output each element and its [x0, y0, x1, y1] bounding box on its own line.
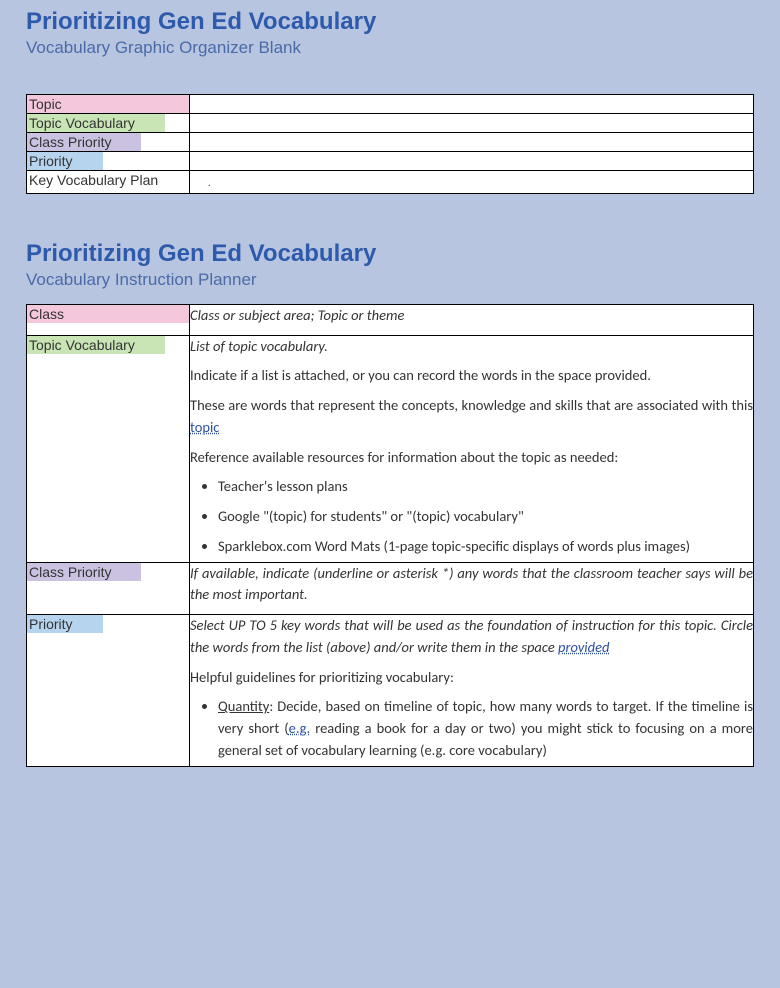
- table-row: Topic Vocabulary List of topic vocabular…: [27, 335, 754, 562]
- link-eg: e.g.: [289, 719, 311, 737]
- tv-bullets: Teacher's lesson plans Google "(topic) f…: [190, 476, 753, 557]
- section1-subtitle: Vocabulary Graphic Organizer Blank: [26, 38, 754, 58]
- list-item: Teacher's lesson plans: [218, 476, 753, 498]
- section2-title: Prioritizing Gen Ed Vocabulary: [26, 240, 754, 268]
- label-class-priority-2: Class Priority: [27, 563, 141, 581]
- list-item: Google "(topic) for students" or "(topic…: [218, 506, 753, 528]
- list-item: Sparklebox.com Word Mats (1-page topic-s…: [218, 536, 753, 558]
- label-topic-vocab-2: Topic Vocabulary: [27, 336, 165, 354]
- table-row: Priority Select UP TO 5 key words that w…: [27, 615, 754, 767]
- label-topic: Topic: [27, 95, 189, 113]
- key-plan-dot: .: [190, 175, 211, 190]
- label-priority: Priority: [27, 152, 103, 170]
- link-provided: provided: [558, 638, 609, 656]
- label-class-priority: Class Priority: [27, 133, 141, 151]
- tv-line-3: Reference available resources for inform…: [190, 447, 753, 469]
- blank-topic-value: [190, 95, 753, 113]
- table-row: Class Priority: [27, 133, 754, 152]
- blank-priority-value: [190, 152, 753, 170]
- class-desc: Class or subject area; Topic or theme: [190, 305, 753, 327]
- label-topic-vocab: Topic Vocabulary: [27, 114, 165, 132]
- cp-desc: If available, indicate (underline or ast…: [190, 563, 753, 607]
- tv-intro: List of topic vocabulary.: [190, 336, 753, 358]
- label-key-plan: Key Vocabulary Plan: [27, 171, 188, 189]
- table-row: Topic: [27, 95, 754, 114]
- tv-line-2b: These are words that represent the conce…: [190, 395, 753, 439]
- pr-line-1: Select UP TO 5 key words that will be us…: [190, 615, 753, 659]
- table-row: Key Vocabulary Plan .: [27, 171, 754, 194]
- pr-line-2: Helpful guidelines for prioritizing voca…: [190, 667, 753, 689]
- table-row: Class Priority If available, indicate (u…: [27, 562, 754, 615]
- table-row: Topic Vocabulary: [27, 114, 754, 133]
- organizer-blank-table: Topic Topic Vocabulary Class Priority Pr…: [26, 94, 754, 194]
- list-item: Quantity: Decide, based on timeline of t…: [218, 696, 753, 761]
- instruction-planner-table: Class Class or subject area; Topic or th…: [26, 304, 754, 767]
- section2-subtitle: Vocabulary Instruction Planner: [26, 270, 754, 290]
- tv-line-2a: Indicate if a list is attached, or you c…: [190, 365, 753, 387]
- table-row: Priority: [27, 152, 754, 171]
- quantity-lead: Quantity: [218, 697, 269, 715]
- blank-topic-vocab-value: [190, 114, 753, 132]
- link-topic: topic: [190, 418, 219, 436]
- blank-class-priority-value: [190, 133, 753, 151]
- table-row: Class Class or subject area; Topic or th…: [27, 304, 754, 335]
- pr-bullets: Quantity: Decide, based on timeline of t…: [190, 696, 753, 761]
- section1-title: Prioritizing Gen Ed Vocabulary: [26, 8, 754, 36]
- label-class: Class: [27, 305, 189, 323]
- label-priority-2: Priority: [27, 615, 103, 633]
